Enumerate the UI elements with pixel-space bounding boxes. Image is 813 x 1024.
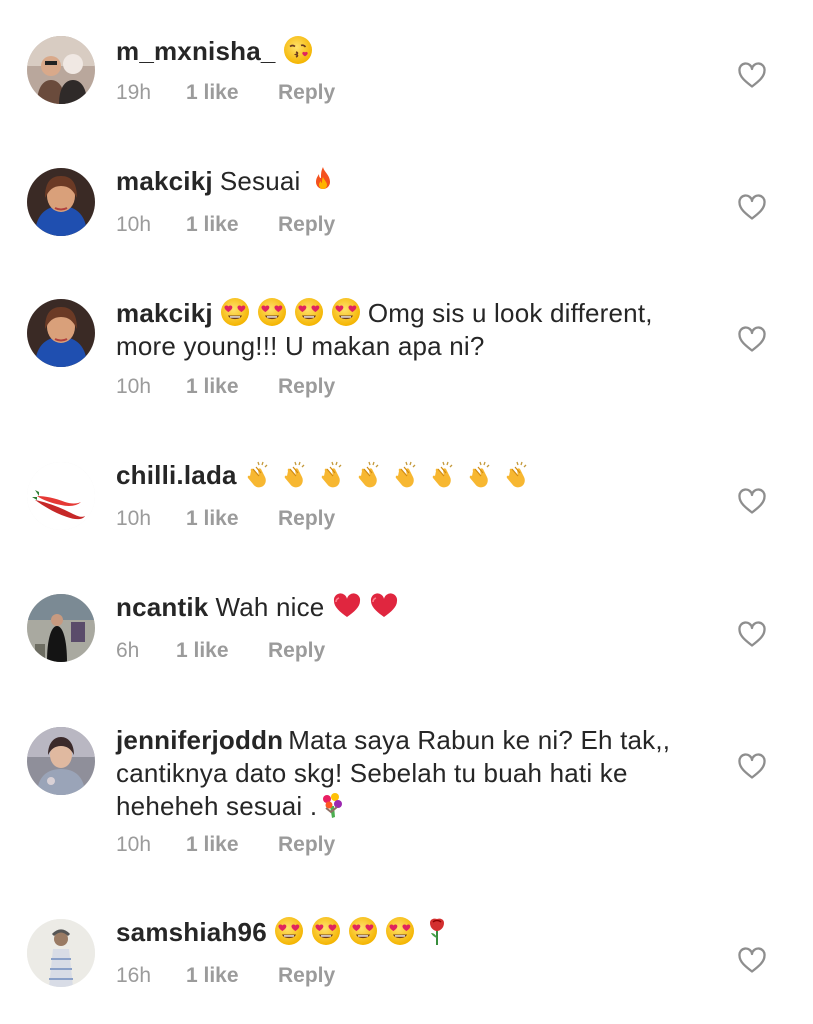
- comment-body: chilli.lada: [116, 459, 683, 492]
- comment-likes[interactable]: 1 like: [186, 213, 278, 237]
- comment-likes[interactable]: 1 like: [186, 375, 278, 399]
- comment-username[interactable]: chilli.lada: [116, 460, 237, 490]
- comment-body: makcikj Omg sis u look different, more yo…: [116, 297, 683, 363]
- comment-meta: 10h 1 like Reply: [116, 375, 335, 399]
- comment-time: 10h: [116, 375, 152, 398]
- comment-time: 19h: [116, 81, 152, 104]
- reply-button[interactable]: Reply: [278, 213, 335, 237]
- heart-eyes-emoji: [331, 297, 361, 327]
- comment-text: Wah nice: [215, 592, 325, 622]
- comment-body: m_mxnisha_: [116, 35, 683, 68]
- heart-eyes-emoji: [385, 916, 415, 946]
- avatar[interactable]: [27, 727, 95, 795]
- comment-time: 10h: [116, 213, 152, 236]
- reply-button[interactable]: Reply: [278, 507, 335, 531]
- comment-meta: 10h 1 like Reply: [116, 833, 335, 857]
- comment-meta: 6h 1 like Reply: [116, 639, 325, 663]
- red-heart-emoji: [332, 591, 362, 621]
- avatar[interactable]: [27, 594, 95, 662]
- avatar[interactable]: [27, 168, 95, 236]
- heart-eyes-emoji: [311, 916, 341, 946]
- like-heart-icon[interactable]: [737, 61, 767, 89]
- comment-username[interactable]: samshiah96: [116, 917, 267, 947]
- heart-eyes-emoji: [294, 297, 324, 327]
- like-heart-icon[interactable]: [737, 752, 767, 780]
- clapping-hands-emoji: [466, 459, 496, 489]
- clapping-hands-emoji: [318, 459, 348, 489]
- comment-likes[interactable]: 1 like: [176, 639, 268, 663]
- comment-likes[interactable]: 1 like: [186, 833, 278, 857]
- like-heart-icon[interactable]: [737, 946, 767, 974]
- reply-button[interactable]: Reply: [278, 375, 335, 399]
- clapping-hands-emoji: [392, 459, 422, 489]
- rose-emoji: [422, 916, 452, 946]
- avatar[interactable]: [27, 919, 95, 987]
- avatar[interactable]: [27, 462, 95, 530]
- comment-username[interactable]: makcikj: [116, 298, 213, 328]
- like-heart-icon[interactable]: [737, 487, 767, 515]
- comment-likes[interactable]: 1 like: [186, 81, 278, 105]
- comment-username[interactable]: m_mxnisha_: [116, 36, 276, 66]
- clapping-hands-emoji: [281, 459, 311, 489]
- comment-body: samshiah96: [116, 916, 683, 949]
- fire-emoji: [308, 165, 338, 195]
- heart-eyes-emoji: [257, 297, 287, 327]
- comment-username[interactable]: makcikj: [116, 166, 213, 196]
- heart-eyes-emoji: [348, 916, 378, 946]
- comment-text-visible: Sesuai: [219, 166, 301, 196]
- comment-time: 10h: [116, 507, 152, 530]
- heart-eyes-emoji: [220, 297, 250, 327]
- clapping-hands-emoji: [429, 459, 459, 489]
- avatar[interactable]: [27, 36, 95, 104]
- comment-meta: 19h 1 like Reply: [116, 81, 335, 105]
- comment-time: 10h: [116, 833, 152, 856]
- comment-text: Sesuai: [220, 166, 345, 196]
- comment-body: jenniferjoddn Mata saya Rabun ke ni? Eh t…: [116, 724, 683, 823]
- comment-meta: 16h 1 like Reply: [116, 964, 335, 988]
- comment-meta: 10h 1 like Reply: [116, 507, 335, 531]
- reply-button[interactable]: Reply: [278, 964, 335, 988]
- kissing-face-emoji: [283, 35, 313, 65]
- red-heart-emoji: [369, 591, 399, 621]
- heart-eyes-emoji: [274, 916, 304, 946]
- reply-button[interactable]: Reply: [268, 639, 325, 663]
- comment-likes[interactable]: 1 like: [186, 507, 278, 531]
- like-heart-icon[interactable]: [737, 325, 767, 353]
- comment-body: ncantik Wah nice: [116, 591, 683, 624]
- comment-username[interactable]: ncantik: [116, 592, 208, 622]
- comment-likes[interactable]: 1 like: [186, 964, 278, 988]
- comment-time: 16h: [116, 964, 152, 987]
- comment-body: makcikj Sesuai: [116, 165, 683, 198]
- like-heart-icon[interactable]: [737, 620, 767, 648]
- clapping-hands-emoji: [503, 459, 533, 489]
- clapping-hands-emoji: [244, 459, 274, 489]
- reply-button[interactable]: Reply: [278, 81, 335, 105]
- comment-username[interactable]: jenniferjoddn: [116, 725, 283, 755]
- like-heart-icon[interactable]: [737, 193, 767, 221]
- bouquet-emoji: [317, 790, 347, 820]
- avatar[interactable]: [27, 299, 95, 367]
- comment-time: 6h: [116, 639, 140, 662]
- clapping-hands-emoji: [355, 459, 385, 489]
- reply-button[interactable]: Reply: [278, 833, 335, 857]
- comment-meta: 10h 1 like Reply: [116, 213, 335, 237]
